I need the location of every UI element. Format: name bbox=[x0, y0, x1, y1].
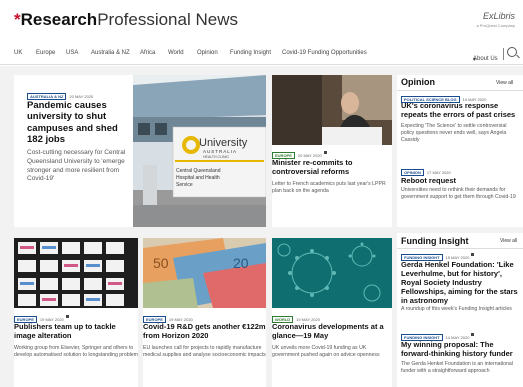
logo-bold: Research bbox=[20, 10, 98, 29]
opinion-1-headline[interactable]: UK's coronavirus response repeats the er… bbox=[401, 101, 521, 119]
nav-opinion[interactable]: Opinion bbox=[197, 50, 218, 56]
story-2-image[interactable] bbox=[272, 75, 392, 145]
gel-images-photo bbox=[14, 238, 138, 308]
divider bbox=[397, 90, 523, 91]
lock-icon bbox=[471, 253, 475, 257]
minister-photo bbox=[272, 75, 392, 145]
logo-light: Professional News bbox=[97, 10, 238, 29]
logo-star: * bbox=[14, 10, 21, 29]
opinion-2-headline[interactable]: Reboot request bbox=[401, 176, 521, 185]
sign-university: University bbox=[199, 137, 248, 149]
funding-2-headline[interactable]: My winning proposal: The forward-thinkin… bbox=[401, 340, 521, 358]
story-5-headline[interactable]: Coronavirus developments at a glance—19 … bbox=[272, 322, 392, 340]
story-4-image[interactable]: 50 20 bbox=[143, 238, 266, 308]
sign-australia: AUSTRALIA bbox=[203, 149, 238, 154]
lock-icon bbox=[471, 333, 475, 337]
opinion-2-meta: OPINION 17 MAY 2020 bbox=[401, 167, 451, 176]
story-4-headline[interactable]: Covid-19 R&D gets another €122m from Hor… bbox=[143, 322, 266, 340]
svg-text:50: 50 bbox=[153, 255, 169, 271]
funding-1-summary: A roundup of this week's Funding Insight… bbox=[401, 306, 512, 312]
euro-notes-photo: 50 20 bbox=[143, 238, 266, 308]
svg-text:20: 20 bbox=[233, 255, 249, 271]
opinion-view-all[interactable]: View all bbox=[496, 80, 513, 86]
site-logo[interactable]: *ResearchProfessional News bbox=[14, 10, 238, 30]
featured-headline[interactable]: Pandemic causes university to shut campu… bbox=[27, 100, 131, 146]
lock-icon bbox=[323, 151, 327, 155]
funding-title[interactable]: Funding Insight bbox=[401, 236, 468, 246]
nav-world[interactable]: World bbox=[168, 50, 184, 56]
nav-usa[interactable]: USA bbox=[66, 50, 78, 56]
opinion-1-summary: Expecting 'The Science' to settle contro… bbox=[401, 123, 507, 144]
virus-illustration bbox=[272, 238, 392, 308]
sign-clinic: HEALTH CLINIC bbox=[203, 155, 229, 159]
featured-date: 20 MAY 2020 bbox=[69, 94, 94, 99]
nav-australia[interactable]: Australia & NZ bbox=[91, 50, 130, 56]
nav-funding-insight[interactable]: Funding Insight bbox=[230, 50, 271, 56]
story-5-image[interactable] bbox=[272, 238, 392, 308]
funding-view-all[interactable]: View all bbox=[500, 238, 517, 244]
opinion-2-date: 17 MAY 2020 bbox=[426, 170, 451, 175]
divider bbox=[397, 248, 523, 249]
exlibris-logo[interactable]: ExLibris a ProQuest Company bbox=[477, 12, 515, 30]
featured-image[interactable]: University AUSTRALIA HEALTH CLINIC Centr… bbox=[133, 75, 266, 227]
chevron-down-icon: ▾ bbox=[473, 57, 477, 63]
main-nav: UK Europe USA Australia & NZ Africa Worl… bbox=[0, 44, 523, 65]
featured-tag[interactable]: AUSTRALIA & NZ bbox=[27, 93, 67, 100]
opinion-title[interactable]: Opinion bbox=[401, 77, 435, 87]
funding-1-headline[interactable]: Gerda Henkel Foundation: 'Like Leverhulm… bbox=[401, 260, 521, 305]
building-illustration bbox=[133, 75, 266, 227]
story-3-summary: Working group from Elsevier, Springer an… bbox=[14, 345, 139, 359]
story-5-summary: UK unveils more Covid-19 funding as UK g… bbox=[272, 345, 380, 359]
funding-2-summary: The Gerda Henkel Foundation is an intern… bbox=[401, 361, 513, 375]
story-2-summary: Letter to French academics puts last yea… bbox=[272, 181, 386, 195]
story-4-summary: EU launches call for projects to rapidly… bbox=[143, 345, 266, 359]
search-icon[interactable] bbox=[507, 47, 517, 57]
nav-covid-funding[interactable]: Covid-19 Funding Opportunities bbox=[282, 50, 367, 56]
brand-sub: a ProQuest Company bbox=[476, 23, 515, 28]
opinion-2-tag[interactable]: OPINION bbox=[401, 169, 424, 176]
nav-africa[interactable]: Africa bbox=[140, 50, 155, 56]
featured-meta: AUSTRALIA & NZ 20 MAY 2020 bbox=[27, 91, 93, 100]
nav-europe[interactable]: Europe bbox=[36, 50, 55, 56]
lock-icon bbox=[65, 315, 69, 319]
featured-summary: Cost-cutting necessary for Central Queen… bbox=[27, 149, 126, 183]
story-3-headline[interactable]: Publishers team up to tackle image alter… bbox=[14, 322, 138, 340]
about-label: About Us bbox=[473, 56, 498, 62]
nav-uk[interactable]: UK bbox=[14, 50, 22, 56]
opinion-2-summary: Universities need to rethink their deman… bbox=[401, 187, 516, 201]
nav-divider bbox=[503, 48, 504, 60]
brand-name: ExLibris bbox=[482, 11, 515, 21]
story-3-image[interactable] bbox=[14, 238, 138, 308]
sign-hospital: Central Queensland Hospital and Health S… bbox=[176, 168, 221, 188]
story-2-headline[interactable]: Minister re-commits to controversial ref… bbox=[272, 158, 392, 176]
